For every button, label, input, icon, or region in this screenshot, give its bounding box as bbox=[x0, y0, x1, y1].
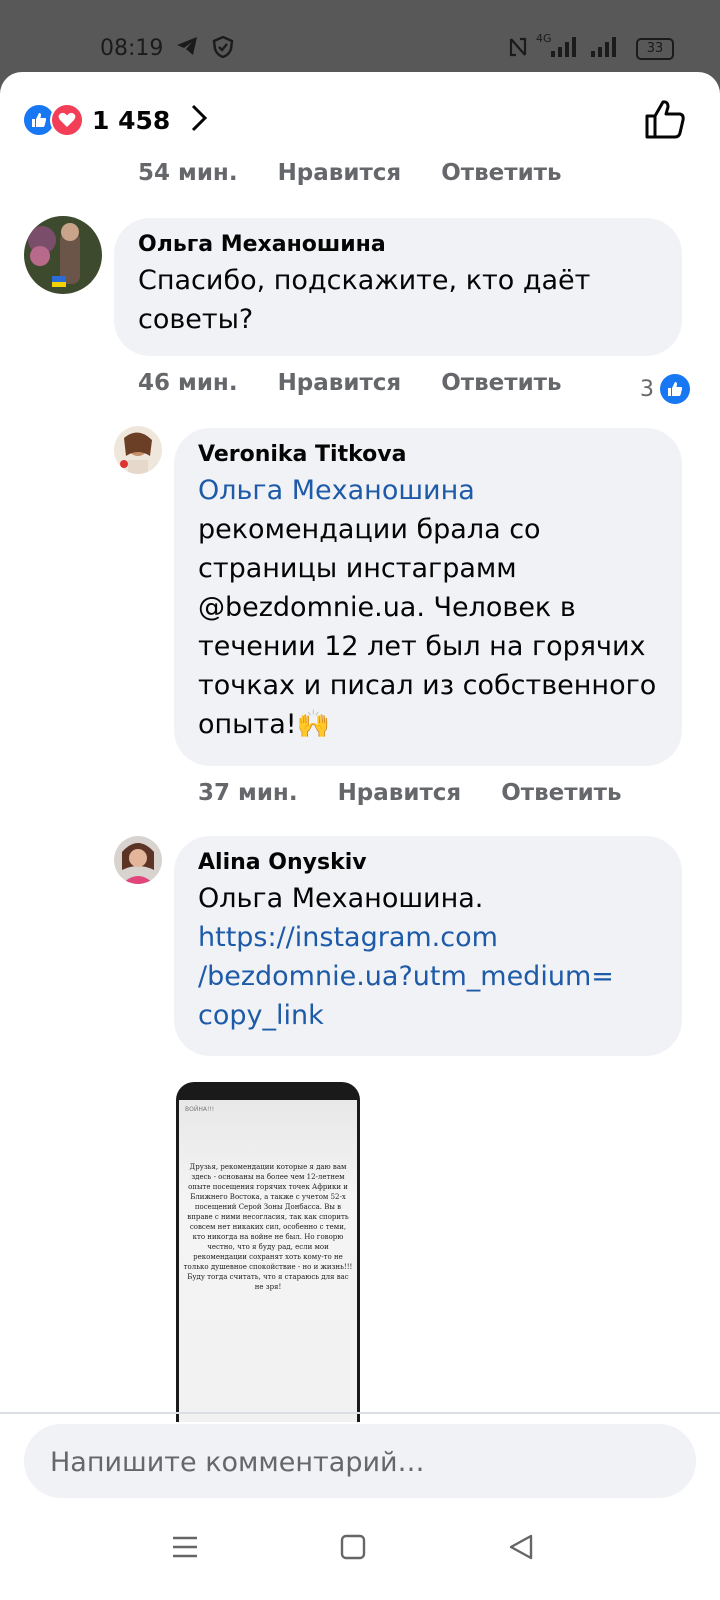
link-line: copy_link bbox=[198, 1000, 324, 1031]
chevron-right-icon[interactable] bbox=[190, 103, 208, 138]
comment-body: рекомендации брала со страницы инстаграм… bbox=[198, 514, 657, 740]
instagram-link[interactable]: https://instagram.com /bezdomnie.ua?utm_… bbox=[198, 918, 658, 1035]
like-count: 3 bbox=[640, 376, 654, 402]
home-square-icon[interactable] bbox=[340, 1534, 366, 1565]
link-line: /bezdomnie.ua?utm_medium= bbox=[198, 961, 614, 992]
like-reaction-icon bbox=[660, 374, 690, 404]
screenshot-header: ВОЙНА!!! bbox=[185, 1106, 215, 1113]
composer-divider bbox=[0, 1412, 720, 1414]
comment-author[interactable]: Veronika Titkova bbox=[198, 442, 658, 467]
comment-time: 37 мин. bbox=[198, 780, 298, 806]
signal-icon bbox=[550, 36, 576, 64]
comment-bubble-olga[interactable]: Ольга Механошина Спасибо, подскажите, кт… bbox=[114, 218, 682, 356]
avatar-veronika[interactable] bbox=[114, 426, 162, 474]
shield-icon bbox=[212, 35, 234, 64]
attached-screenshot[interactable]: ВОЙНА!!! Друзья, рекомендации которые я … bbox=[176, 1082, 360, 1422]
like-link[interactable]: Нравится bbox=[278, 160, 402, 186]
comment-text: Спасибо, подскажите, кто даёт советы? bbox=[138, 265, 591, 335]
link-line: https://instagram.com bbox=[198, 922, 498, 953]
comment-time: 54 мин. bbox=[138, 160, 238, 186]
screenshot-text: Друзья, рекомендации которые я даю вам з… bbox=[183, 1163, 353, 1291]
reaction-count: 1 458 bbox=[92, 105, 171, 135]
comment-text: Ольга Механошина. bbox=[198, 883, 484, 914]
comment-input[interactable] bbox=[48, 1424, 672, 1500]
avatar-alina[interactable] bbox=[114, 836, 162, 884]
signal-icon-2 bbox=[590, 36, 616, 64]
avatar-olga[interactable] bbox=[24, 216, 102, 294]
like-post-button[interactable] bbox=[644, 98, 686, 145]
system-nav-bar bbox=[0, 1514, 720, 1600]
battery-icon: 33 bbox=[636, 38, 674, 60]
comment-bubble-alina[interactable]: Alina Onyskiv Ольга Механошина. https://… bbox=[174, 836, 682, 1056]
comment-author[interactable]: Alina Onyskiv bbox=[198, 850, 658, 875]
nfc-icon bbox=[508, 36, 528, 64]
comment-actions-2: 37 мин. Нравится Ответить bbox=[198, 780, 662, 806]
like-link[interactable]: Нравится bbox=[338, 780, 462, 806]
reactions-summary[interactable]: 1 458 bbox=[22, 100, 208, 140]
back-triangle-icon[interactable] bbox=[508, 1534, 534, 1565]
mention-link[interactable]: Ольга Механошина bbox=[198, 475, 475, 506]
comments-sheet: 1 458 54 мин. Нравится Ответить Ольга Ме… bbox=[0, 72, 720, 1600]
reply-link[interactable]: Ответить bbox=[441, 370, 561, 396]
love-reaction-icon bbox=[50, 103, 84, 137]
screenshot-content: ВОЙНА!!! Друзья, рекомендации которые я … bbox=[179, 1100, 357, 1422]
reply-link[interactable]: Ответить bbox=[501, 780, 621, 806]
comment-author[interactable]: Ольга Механошина bbox=[138, 232, 658, 257]
like-link[interactable]: Нравится bbox=[278, 370, 402, 396]
comment-bubble-veronika[interactable]: Veronika Titkova Ольга Механошина рекоме… bbox=[174, 428, 682, 766]
comment-composer[interactable] bbox=[24, 1424, 696, 1500]
comment-actions-1: 46 мин. Нравится Ответить bbox=[138, 370, 602, 396]
status-time: 08:19 bbox=[100, 36, 164, 61]
comment-actions-0: 54 мин. Нравится Ответить bbox=[138, 160, 602, 186]
reply-link[interactable]: Ответить bbox=[441, 160, 561, 186]
comment-time: 46 мин. bbox=[138, 370, 238, 396]
menu-icon[interactable] bbox=[172, 1534, 198, 1565]
comment-like-count[interactable]: 3 bbox=[640, 374, 690, 404]
telegram-icon bbox=[176, 36, 198, 62]
comment-text: Ольга Механошина рекомендации брала со с… bbox=[198, 471, 658, 744]
